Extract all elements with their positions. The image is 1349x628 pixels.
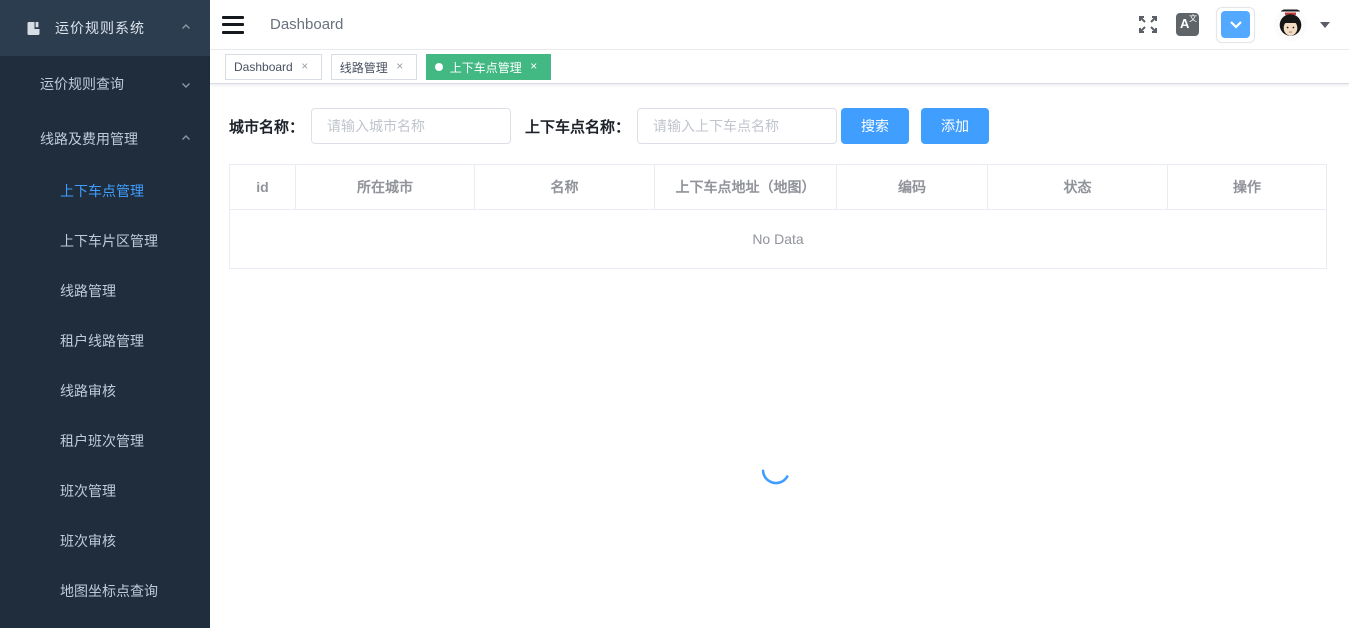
theme-dropdown-button[interactable] bbox=[1216, 7, 1255, 43]
sidebar-item-route-audit[interactable]: 线路审核 bbox=[0, 366, 210, 416]
caret-down-icon bbox=[1320, 22, 1330, 28]
navbar-actions: A 文 bbox=[1137, 7, 1334, 43]
fullscreen-icon[interactable] bbox=[1137, 14, 1159, 35]
city-name-input[interactable] bbox=[311, 108, 511, 144]
tab-dashboard[interactable]: Dashboard × bbox=[225, 54, 322, 80]
hamburger-icon[interactable] bbox=[222, 16, 244, 34]
sidebar-title: 运价规则系统 bbox=[55, 18, 180, 38]
sidebar-item-pickup-point-management[interactable]: 上下车点管理 bbox=[0, 166, 210, 216]
no-data-text: No Data bbox=[230, 210, 1327, 269]
chevron-up-icon bbox=[180, 22, 192, 34]
add-button[interactable]: 添加 bbox=[921, 108, 989, 144]
sidebar-submenu: 上下车点管理 上下车片区管理 线路管理 租户线路管理 线路审核 租户班次管理 班… bbox=[0, 166, 210, 616]
page-content: 城市名称： 上下车点名称： 搜索 添加 id 所在城市 名称 上下车点 bbox=[210, 84, 1349, 628]
sidebar-item-pickup-zone-management[interactable]: 上下车片区管理 bbox=[0, 216, 210, 266]
column-code: 编码 bbox=[837, 165, 988, 210]
tab-label: 线路管理 bbox=[340, 59, 388, 76]
breadcrumb: Dashboard bbox=[270, 16, 343, 33]
sidebar: 运价规则系统 运价规则查询 线路及费用管理 上下车点管理 上下车片区管理 bbox=[0, 0, 210, 628]
translate-letter: A bbox=[1180, 17, 1189, 30]
tab-pickup-point-management[interactable]: 上下车点管理 × bbox=[426, 54, 551, 80]
sidebar-item-tenant-schedule-management[interactable]: 租户班次管理 bbox=[0, 416, 210, 466]
sidebar-header[interactable]: 运价规则系统 bbox=[0, 0, 210, 56]
chevron-down-icon bbox=[1221, 11, 1250, 38]
column-id: id bbox=[230, 165, 296, 210]
tab-route-management[interactable]: 线路管理 × bbox=[331, 54, 417, 80]
column-actions: 操作 bbox=[1168, 165, 1327, 210]
column-address: 上下车点地址（地图） bbox=[655, 165, 837, 210]
city-name-label: 城市名称： bbox=[229, 116, 304, 137]
sidebar-item-route-fee-management[interactable]: 线路及费用管理 bbox=[0, 111, 210, 166]
table-header: id 所在城市 名称 上下车点地址（地图） 编码 状态 操作 bbox=[230, 165, 1327, 210]
close-icon[interactable]: × bbox=[297, 59, 313, 75]
column-status: 状态 bbox=[988, 165, 1168, 210]
active-dot bbox=[435, 63, 443, 71]
translate-cjk: 文 bbox=[1189, 14, 1197, 23]
chevron-up-icon bbox=[180, 133, 192, 145]
tab-label: Dashboard bbox=[234, 60, 293, 74]
sidebar-item-route-management[interactable]: 线路管理 bbox=[0, 266, 210, 316]
close-icon[interactable]: × bbox=[526, 59, 542, 75]
sidebar-item-schedule-management[interactable]: 班次管理 bbox=[0, 466, 210, 516]
menu-item-label: 运价规则查询 bbox=[40, 74, 180, 94]
search-button[interactable]: 搜索 bbox=[841, 108, 909, 144]
station-name-label: 上下车点名称： bbox=[525, 116, 630, 137]
user-menu[interactable] bbox=[1274, 8, 1334, 41]
column-city: 所在城市 bbox=[296, 165, 475, 210]
sidebar-item-schedule-audit[interactable]: 班次审核 bbox=[0, 516, 210, 566]
filter-row: 城市名称： 上下车点名称： 搜索 添加 bbox=[229, 108, 1349, 144]
sidebar-item-pricing-rule-query[interactable]: 运价规则查询 bbox=[0, 56, 210, 111]
app-window: 运价规则系统 运价规则查询 线路及费用管理 上下车点管理 上下车片区管理 bbox=[0, 0, 1349, 628]
column-name: 名称 bbox=[475, 165, 655, 210]
empty-row: No Data bbox=[230, 210, 1327, 269]
translate-icon[interactable]: A 文 bbox=[1176, 13, 1199, 36]
sidebar-menu: 运价规则查询 线路及费用管理 上下车点管理 上下车片区管理 线路管理 租户线路管… bbox=[0, 56, 210, 616]
tabs-bar: Dashboard × 线路管理 × 上下车点管理 × bbox=[210, 50, 1349, 84]
sidebar-item-tenant-route-management[interactable]: 租户线路管理 bbox=[0, 316, 210, 366]
tab-label: 上下车点管理 bbox=[450, 59, 522, 76]
station-name-input[interactable] bbox=[637, 108, 837, 144]
sidebar-item-map-coordinate-query[interactable]: 地图坐标点查询 bbox=[0, 566, 210, 616]
top-navbar: Dashboard A 文 bbox=[210, 0, 1349, 50]
chevron-down-icon bbox=[180, 78, 192, 90]
loading-spinner-icon bbox=[759, 453, 793, 492]
menu-item-label: 线路及费用管理 bbox=[40, 129, 180, 149]
main-area: Dashboard A 文 bbox=[210, 0, 1349, 628]
close-icon[interactable]: × bbox=[392, 59, 408, 75]
book-icon bbox=[26, 21, 41, 36]
avatar bbox=[1274, 8, 1307, 41]
pickup-points-table: id 所在城市 名称 上下车点地址（地图） 编码 状态 操作 No Data bbox=[229, 164, 1327, 269]
